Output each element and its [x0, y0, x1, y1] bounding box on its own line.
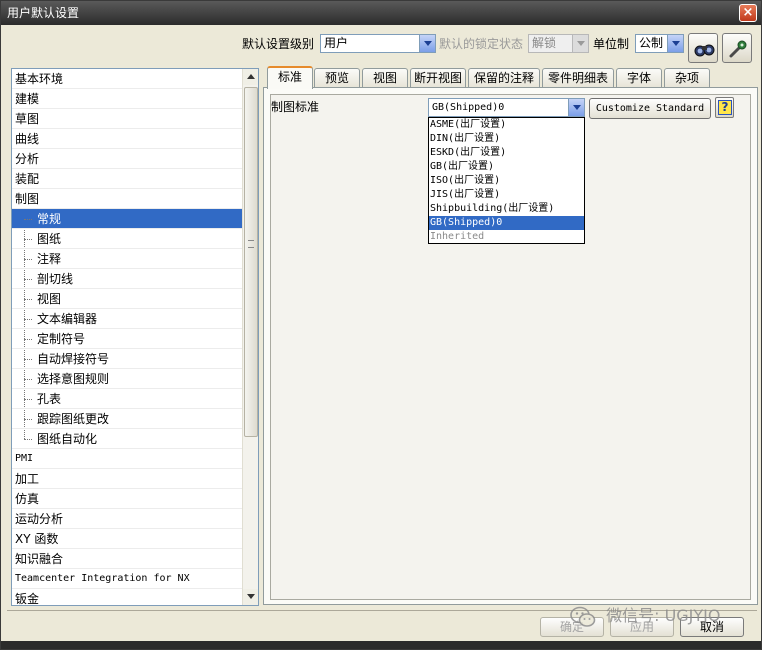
wrench-icon: [729, 40, 747, 58]
tree-item[interactable]: 视图: [12, 289, 243, 309]
tab-retained-annotations[interactable]: 保留的注释: [468, 68, 540, 88]
drafting-standard-value: GB(Shipped)0: [432, 102, 505, 113]
dropdown-option[interactable]: Shipbuilding(出厂设置): [429, 202, 584, 216]
tab-preview[interactable]: 预览: [314, 68, 360, 88]
tree-item[interactable]: 草图: [12, 109, 243, 129]
dropdown-option[interactable]: JIS(出厂设置): [429, 188, 584, 202]
chevron-down-icon: [572, 35, 588, 52]
chevron-down-icon[interactable]: [667, 35, 683, 52]
user-defaults-dialog: 用户默认设置 × 默认设置级别 用户 默认的锁定状态 解锁 单位制 公制 基本环…: [0, 0, 762, 650]
tree-item[interactable]: 分析: [12, 149, 243, 169]
manage-button[interactable]: [722, 33, 752, 63]
watermark: 微信号: UGJYJQ: [569, 602, 721, 629]
dropdown-option[interactable]: GB(出厂设置): [429, 160, 584, 174]
dropdown-option[interactable]: ISO(出厂设置): [429, 174, 584, 188]
tab-misc[interactable]: 杂项: [664, 68, 710, 88]
tree-item[interactable]: Teamcenter Integration for NX: [12, 569, 243, 589]
tree-item[interactable]: 图纸自动化: [12, 429, 243, 449]
tree-item[interactable]: 基本环境: [12, 69, 243, 89]
tree-item[interactable]: 跟踪图纸更改: [12, 409, 243, 429]
tree-item[interactable]: XY 函数: [12, 529, 243, 549]
tree-item[interactable]: 剖切线: [12, 269, 243, 289]
tab-parts-list[interactable]: 零件明细表: [542, 68, 614, 88]
tree-item-selected[interactable]: 常规: [12, 209, 243, 229]
chevron-down-icon[interactable]: [419, 35, 435, 52]
dropdown-option-selected[interactable]: GB(Shipped)0: [429, 216, 584, 230]
unit-label: 单位制: [593, 37, 630, 51]
dropdown-option[interactable]: ASME(出厂设置): [429, 118, 584, 132]
scroll-up-icon[interactable]: [243, 69, 258, 85]
window-title: 用户默认设置: [7, 6, 80, 20]
chevron-down-icon[interactable]: [568, 99, 584, 116]
dropdown-option[interactable]: DIN(出厂设置): [429, 132, 584, 146]
tree-item[interactable]: 图纸: [12, 229, 243, 249]
tree-scrollbar[interactable]: [242, 69, 258, 605]
tree-item[interactable]: 知识融合: [12, 549, 243, 569]
tree-item[interactable]: 钣金: [12, 589, 243, 605]
find-button[interactable]: [688, 33, 718, 63]
drafting-standard-select[interactable]: GB(Shipped)0: [428, 98, 585, 117]
level-select-value: 用户: [324, 36, 349, 50]
tree-item[interactable]: PMI: [12, 449, 243, 469]
taskbar-strip: [1, 641, 761, 649]
dropdown-option[interactable]: Inherited: [429, 230, 584, 244]
tree-item[interactable]: 制图: [12, 189, 243, 209]
tab-view[interactable]: 视图: [362, 68, 408, 88]
tree-item[interactable]: 加工: [12, 469, 243, 489]
unit-select[interactable]: 公制: [635, 34, 684, 53]
drafting-standard-dropdown[interactable]: ASME(出厂设置) DIN(出厂设置) ESKD(出厂设置) GB(出厂设置)…: [428, 117, 585, 244]
tree-item[interactable]: 曲线: [12, 129, 243, 149]
unit-select-value: 公制: [639, 36, 664, 50]
tree-item[interactable]: 装配: [12, 169, 243, 189]
tab-broken-view[interactable]: 断开视图: [410, 68, 466, 88]
tree-item[interactable]: 注释: [12, 249, 243, 269]
dropdown-option[interactable]: ESKD(出厂设置): [429, 146, 584, 160]
binoculars-icon: [694, 44, 715, 57]
lock-select: 解锁: [528, 34, 589, 53]
wechat-icon: [570, 606, 596, 627]
tree-item[interactable]: 定制符号: [12, 329, 243, 349]
level-label: 默认设置级别: [242, 37, 315, 51]
watermark-text: 微信号: UGJYJQ: [606, 606, 721, 625]
tree-item[interactable]: 建模: [12, 89, 243, 109]
lock-label: 默认的锁定状态: [439, 37, 524, 51]
tree-item[interactable]: 选择意图规则: [12, 369, 243, 389]
tree-item[interactable]: 自动焊接符号: [12, 349, 243, 369]
tree-item[interactable]: 仿真: [12, 489, 243, 509]
help-button[interactable]: ?: [715, 97, 734, 118]
tab-standard[interactable]: 标准: [267, 66, 313, 89]
tree-item[interactable]: 文本编辑器: [12, 309, 243, 329]
help-icon: ?: [718, 100, 732, 115]
category-tree[interactable]: 基本环境 建模 草图 曲线 分析 装配 制图 常规 图纸 注释 剖切线 视图 文…: [11, 68, 259, 606]
close-icon: ×: [742, 5, 754, 20]
scroll-thumb[interactable]: [244, 87, 258, 437]
close-button[interactable]: ×: [739, 4, 757, 22]
tree-item[interactable]: 孔表: [12, 389, 243, 409]
title-bar: 用户默认设置: [1, 1, 761, 25]
tree-item[interactable]: 运动分析: [12, 509, 243, 529]
lock-select-value: 解锁: [532, 36, 557, 50]
tab-fonts[interactable]: 字体: [616, 68, 662, 88]
customize-standard-button[interactable]: Customize Standard: [589, 98, 711, 119]
level-select[interactable]: 用户: [320, 34, 436, 53]
drafting-standard-label: 制图标准: [271, 100, 320, 114]
scroll-down-icon[interactable]: [243, 589, 258, 605]
